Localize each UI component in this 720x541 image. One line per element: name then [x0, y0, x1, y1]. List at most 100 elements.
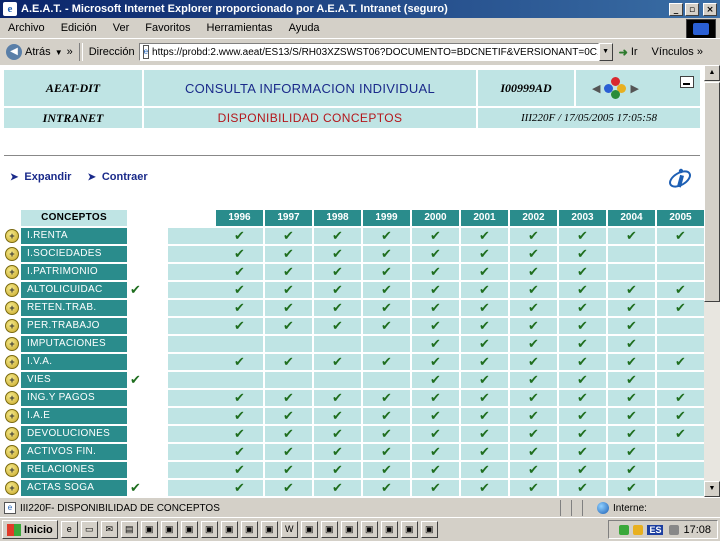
start-button[interactable]: Inicio [2, 520, 58, 539]
concept-name[interactable]: DEVOLUCIONES [21, 426, 127, 442]
minimize-frame-icon[interactable] [680, 76, 694, 88]
system-tray: ES 17:08 [608, 520, 718, 539]
concept-name[interactable]: ALTOLICUIDAC [21, 282, 127, 298]
menu-ver[interactable]: Ver [105, 22, 138, 34]
expand-node-icon[interactable]: + [5, 463, 19, 477]
task-button-icon[interactable]: ▣ [220, 521, 238, 538]
expand-node-icon[interactable]: + [4, 426, 20, 442]
task-button-icon[interactable]: ▣ [380, 521, 398, 538]
quicklaunch-icon[interactable]: ▤ [120, 521, 138, 538]
concept-name[interactable]: PER.TRABAJO [21, 318, 127, 334]
menu-favoritos[interactable]: Favoritos [137, 22, 198, 34]
expand-node-icon[interactable]: + [5, 337, 19, 351]
expand-node-icon[interactable]: + [5, 247, 19, 261]
expand-node-icon[interactable]: + [4, 390, 20, 406]
address-dropdown-button[interactable]: ▼ [598, 43, 613, 61]
previous-arrow-icon[interactable]: ◀ [592, 82, 600, 95]
task-button-icon[interactable]: ▣ [360, 521, 378, 538]
concept-name[interactable]: ACTAS SOGA [21, 480, 127, 496]
concept-name[interactable]: I.PATRIMONIO [21, 264, 127, 280]
expand-node-icon[interactable]: + [5, 319, 19, 333]
concept-name[interactable]: I.RENTA [21, 228, 127, 244]
expand-node-icon[interactable]: + [5, 301, 19, 315]
expand-link[interactable]: Expandir [24, 171, 71, 183]
expand-node-icon[interactable]: + [5, 391, 19, 405]
expand-node-icon[interactable]: + [4, 408, 20, 424]
go-button[interactable]: ➜ Ir [619, 46, 638, 59]
task-button-icon[interactable]: ▣ [240, 521, 258, 538]
expand-node-icon[interactable]: + [4, 282, 20, 298]
expand-node-icon[interactable]: + [4, 354, 20, 370]
expand-node-icon[interactable]: + [5, 445, 19, 459]
expand-node-icon[interactable]: + [5, 283, 19, 297]
concept-name[interactable]: ING.Y PAGOS [21, 390, 127, 406]
toolbar-chevron[interactable]: » [67, 46, 73, 58]
concept-name[interactable]: RELACIONES [21, 462, 127, 478]
task-button-icon[interactable]: ▣ [180, 521, 198, 538]
column-header-year: 1996 [216, 210, 263, 226]
language-indicator[interactable]: ES [647, 524, 664, 535]
maximize-button[interactable]: ▫ [685, 2, 699, 16]
aeat-logo-icon[interactable] [604, 77, 627, 99]
quicklaunch-icon[interactable]: e [60, 521, 78, 538]
menu-herramientas[interactable]: Herramientas [199, 22, 281, 34]
quicklaunch-icon[interactable]: ▭ [80, 521, 98, 538]
expand-node-icon[interactable]: + [4, 444, 20, 460]
expand-node-icon[interactable]: + [5, 265, 19, 279]
expand-node-icon[interactable]: + [4, 246, 20, 262]
concept-name[interactable]: I.V.A. [21, 354, 127, 370]
next-arrow-icon[interactable]: ▶ [630, 82, 638, 95]
task-button-icon[interactable]: ▣ [200, 521, 218, 538]
expand-node-icon[interactable]: + [4, 228, 20, 244]
expand-node-icon[interactable]: + [5, 481, 19, 495]
expand-node-icon[interactable]: + [5, 427, 19, 441]
year-availability-check-icon: ✔ [265, 228, 312, 244]
scroll-up-button[interactable]: ▲ [704, 65, 720, 81]
scroll-thumb[interactable] [704, 82, 720, 302]
concept-name[interactable]: I.SOCIEDADES [21, 246, 127, 262]
quicklaunch-icon[interactable]: ✉ [100, 521, 118, 538]
expand-node-icon[interactable]: + [4, 300, 20, 316]
minimize-button[interactable]: _ [669, 2, 683, 16]
concept-name[interactable]: I.A.E [21, 408, 127, 424]
task-button-icon[interactable]: ▣ [160, 521, 178, 538]
tray-app-icon[interactable] [633, 524, 644, 535]
concept-name[interactable]: VIES [21, 372, 127, 388]
task-button-icon[interactable]: ▣ [300, 521, 318, 538]
links-button[interactable]: Vínculos » [652, 46, 703, 58]
menu-edicion[interactable]: Edición [53, 22, 105, 34]
task-button-icon[interactable]: ▣ [320, 521, 338, 538]
expand-node-icon[interactable]: + [4, 372, 20, 388]
expand-node-icon[interactable]: + [5, 229, 19, 243]
back-dropdown-icon[interactable]: ▼ [55, 48, 63, 57]
task-button-icon[interactable]: ▣ [400, 521, 418, 538]
vertical-scrollbar[interactable]: ▲ ▼ [704, 65, 720, 497]
task-button-icon[interactable]: ▣ [340, 521, 358, 538]
collapse-link[interactable]: Contraer [102, 171, 148, 183]
task-button-icon[interactable]: ▣ [260, 521, 278, 538]
expand-node-icon[interactable]: + [4, 318, 20, 334]
expand-node-icon[interactable]: + [5, 355, 19, 369]
expand-node-icon[interactable]: + [5, 373, 19, 387]
expand-node-icon[interactable]: + [4, 264, 20, 280]
back-button[interactable]: ◀ Atrás ▼ [0, 44, 67, 60]
task-button-icon[interactable]: ▣ [420, 521, 438, 538]
tray-volume-icon[interactable] [669, 524, 680, 535]
menu-ayuda[interactable]: Ayuda [281, 22, 328, 34]
address-input[interactable]: e https://probd:2.www.aeat/ES13/S/RH03XZ… [138, 43, 599, 61]
menu-archivo[interactable]: Archivo [0, 22, 53, 34]
task-button-icon[interactable]: W [280, 521, 298, 538]
close-button[interactable]: × [703, 2, 717, 16]
scroll-down-button[interactable]: ▼ [704, 481, 720, 497]
expand-node-icon[interactable]: + [4, 480, 20, 496]
tray-network-icon[interactable] [619, 524, 630, 535]
concept-name[interactable]: IMPUTACIONES [21, 336, 127, 352]
address-url[interactable]: https://probd:2.www.aeat/ES13/S/RH03XZSW… [152, 47, 598, 58]
concept-name[interactable]: ACTIVOS FIN. [21, 444, 127, 460]
expand-node-icon[interactable]: + [5, 409, 19, 423]
expand-node-icon[interactable]: + [4, 336, 20, 352]
concept-name[interactable]: RETEN.TRAB. [21, 300, 127, 316]
expand-node-icon[interactable]: + [4, 462, 20, 478]
table-spacer [168, 264, 216, 280]
task-button-icon[interactable]: ▣ [140, 521, 158, 538]
